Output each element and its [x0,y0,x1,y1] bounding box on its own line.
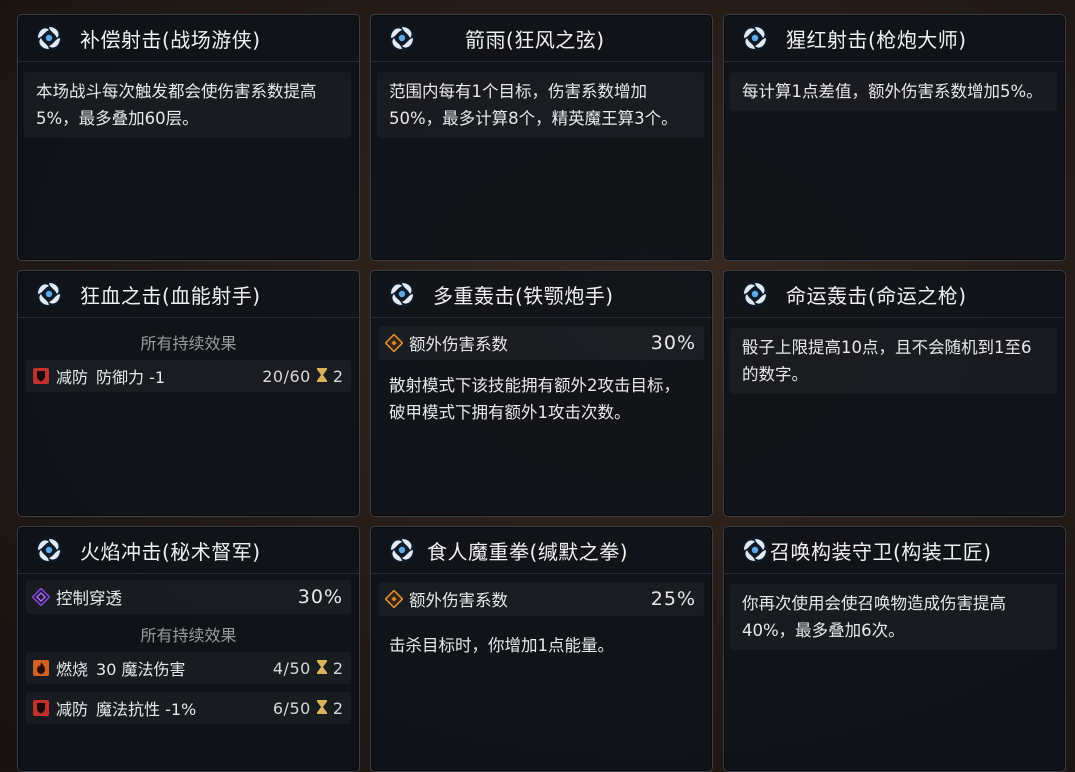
vortex-skill-icon [387,279,417,309]
vortex-skill-icon [34,279,64,309]
stat-value: 30% [297,586,343,608]
hourglass-icon [316,659,327,678]
extra-damage-icon [385,334,403,352]
skill-card[interactable]: 箭雨(狂风之弦) 范围内每有1个目标，伤害系数增加50%，最多计算8个，精英魔王… [370,14,713,261]
vortex-skill-icon [387,23,417,53]
vortex-skill-icon [387,535,417,565]
stat-label: 控制穿透 [56,589,122,608]
skill-title: 补偿射击(战场游侠) [80,27,261,52]
defense-down-icon [32,699,50,717]
hourglass-icon [316,367,327,386]
skill-title: 箭雨(狂风之弦) [465,27,605,52]
skill-description: 每计算1点差值，额外伤害系数增加5%。 [730,72,1057,111]
skill-card[interactable]: 火焰冲击(秘术督军) 控制穿透 30% 所有持续效果 燃烧 30 魔法伤害 4/… [17,526,360,772]
skill-title: 食人魔重拳(缄默之拳) [427,539,629,564]
card-header: 多重轰击(铁颚炮手) [371,271,712,318]
stat-label: 额外伤害系数 [409,591,508,610]
skill-card[interactable]: 狂血之击(血能射手) 所有持续效果 减防 防御力 -1 20/60 2 [17,270,360,517]
hourglass-icon [316,699,327,718]
control-pierce-icon [32,588,50,606]
effect-stacks: 4/50 [272,658,311,678]
skill-card[interactable]: 食人魔重拳(缄默之拳) 额外伤害系数 25% 击杀目标时，你增加1点能量。 [370,526,713,772]
stat-value: 30% [650,332,696,354]
skill-description: 本场战斗每次触发都会使伤害系数提高5%，最多叠加60层。 [24,72,351,138]
effect-detail: 防御力 -1 [96,368,166,387]
stat-value: 25% [650,588,696,610]
vortex-skill-icon [740,535,770,565]
card-header: 食人魔重拳(缄默之拳) [371,527,712,574]
effect-detail: 魔法抗性 -1% [96,700,197,719]
skill-title: 命运轰击(命运之枪) [786,283,967,308]
effect-name: 减防 [56,700,89,719]
skill-title: 多重轰击(铁颚炮手) [433,283,614,308]
extra-damage-icon [385,590,403,608]
skill-title: 召唤构装守卫(构装工匠) [770,539,992,564]
effect-turns: 2 [332,698,343,718]
skill-description: 你再次使用会使召唤物造成伤害提高40%，最多叠加6次。 [730,584,1057,650]
skill-card[interactable]: 猩红射击(枪炮大师) 每计算1点差值，额外伤害系数增加5%。 [723,14,1066,261]
skill-title: 火焰冲击(秘术督军) [80,539,261,564]
effect-row[interactable]: 燃烧 30 魔法伤害 4/50 2 [26,652,351,684]
card-header: 召唤构装守卫(构装工匠) [724,527,1065,574]
skill-card[interactable]: 命运轰击(命运之枪) 骰子上限提高10点，且不会随机到1至6的数字。 [723,270,1066,517]
effect-row[interactable]: 减防 防御力 -1 20/60 2 [26,360,351,392]
card-header: 猩红射击(枪炮大师) [724,15,1065,62]
effect-name: 减防 [56,368,89,387]
skill-title: 猩红射击(枪炮大师) [786,27,967,52]
effect-detail: 30 魔法伤害 [96,660,186,679]
skill-card-grid: 补偿射击(战场游侠) 本场战斗每次触发都会使伤害系数提高5%，最多叠加60层。 … [17,14,1066,772]
effect-row[interactable]: 减防 魔法抗性 -1% 6/50 2 [26,692,351,724]
stat-row[interactable]: 控制穿透 30% [26,580,351,614]
all-effects-label: 所有持续效果 [140,626,237,645]
skill-description: 范围内每有1个目标，伤害系数增加50%，最多计算8个，精英魔王算3个。 [377,72,704,138]
burn-icon [32,659,50,677]
defense-down-icon [32,367,50,385]
effect-name: 燃烧 [56,660,89,679]
stat-label: 额外伤害系数 [409,335,508,354]
effect-turns: 2 [332,366,343,386]
skill-description: 散射模式下该技能拥有额外2攻击目标，破甲模式下拥有额外1攻击次数。 [389,376,680,422]
card-header: 命运轰击(命运之枪) [724,271,1065,318]
effect-stacks: 6/50 [272,698,311,718]
effect-turns: 2 [332,658,343,678]
card-header: 补偿射击(战场游侠) [18,15,359,62]
vortex-skill-icon [740,23,770,53]
all-effects-label: 所有持续效果 [140,334,237,353]
skill-card[interactable]: 补偿射击(战场游侠) 本场战斗每次触发都会使伤害系数提高5%，最多叠加60层。 [17,14,360,261]
stat-row[interactable]: 额外伤害系数 30% [379,326,704,360]
vortex-skill-icon [740,279,770,309]
card-header: 狂血之击(血能射手) [18,271,359,318]
skill-description: 击杀目标时，你增加1点能量。 [389,636,614,655]
card-header: 火焰冲击(秘术督军) [18,527,359,574]
vortex-skill-icon [34,535,64,565]
skill-description: 骰子上限提高10点，且不会随机到1至6的数字。 [730,328,1057,394]
skill-card[interactable]: 召唤构装守卫(构装工匠) 你再次使用会使召唤物造成伤害提高40%，最多叠加6次。 [723,526,1066,772]
stat-row[interactable]: 额外伤害系数 25% [379,582,704,616]
vortex-skill-icon [34,23,64,53]
effect-stacks: 20/60 [262,366,311,386]
skill-title: 狂血之击(血能射手) [80,283,261,308]
card-header: 箭雨(狂风之弦) [371,15,712,62]
skill-card[interactable]: 多重轰击(铁颚炮手) 额外伤害系数 30% 散射模式下该技能拥有额外2攻击目标，… [370,270,713,517]
